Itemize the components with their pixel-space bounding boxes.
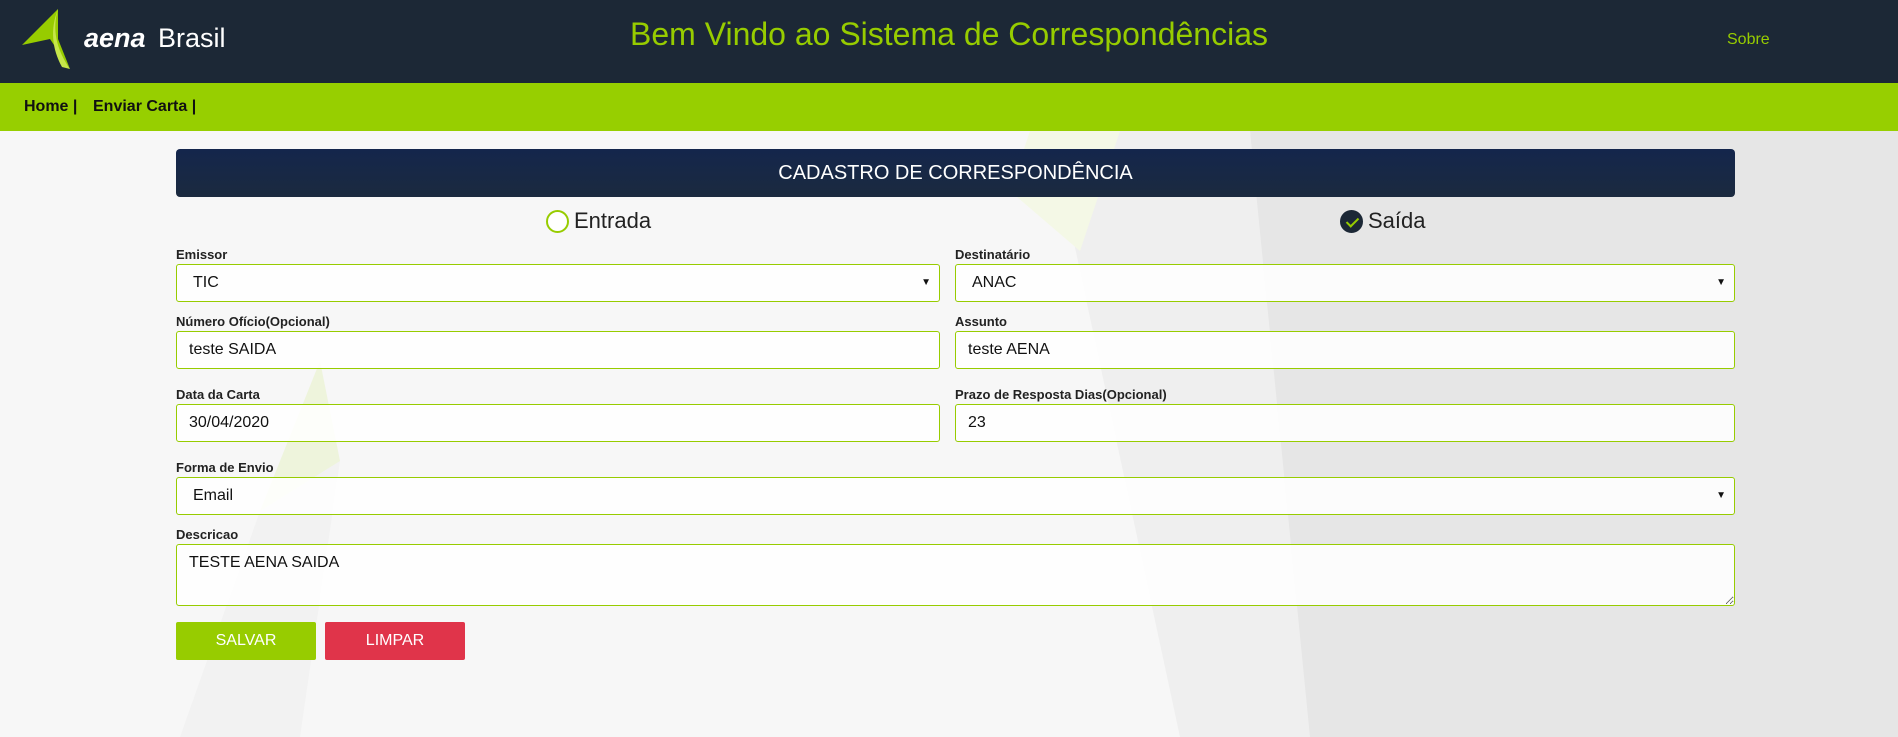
save-button[interactable]: SALVAR: [176, 622, 316, 660]
about-link[interactable]: Sobre: [1727, 31, 1770, 49]
radio-entrada[interactable]: Entrada: [546, 208, 651, 234]
radio-unchecked-icon[interactable]: [546, 209, 569, 233]
emissor-label: Emissor: [176, 247, 228, 262]
clear-button[interactable]: LIMPAR: [325, 622, 465, 660]
radio-saida[interactable]: Saída: [1340, 208, 1426, 234]
caret-down-icon: ▼: [921, 277, 931, 288]
prazo-label: Prazo de Resposta Dias(Opcional): [955, 387, 1167, 402]
nav-bar: Home | Enviar Carta |: [0, 83, 1898, 131]
descricao-label: Descricao: [176, 527, 239, 542]
destinatario-select[interactable]: ANAC ▼: [955, 264, 1735, 302]
destinatario-value: ANAC: [972, 274, 1017, 291]
data-carta-label: Data da Carta: [176, 387, 260, 402]
top-header: aena Brasil Bem Vindo ao Sistema de Corr…: [0, 0, 1898, 83]
descricao-textarea[interactable]: TESTE AENA SAIDA: [176, 544, 1735, 606]
data-carta-input[interactable]: [176, 404, 940, 442]
forma-envio-select[interactable]: Email ▼: [176, 477, 1735, 515]
form-header: CADASTRO DE CORRESPONDÊNCIA: [176, 149, 1735, 197]
page-title: Bem Vindo ao Sistema de Correspondências: [630, 16, 1268, 52]
nav-item-enviar-carta[interactable]: Enviar Carta |: [93, 98, 196, 116]
nav-item-home[interactable]: Home |: [24, 98, 77, 116]
assunto-label: Assunto: [955, 314, 1007, 329]
forma-envio-label: Forma de Envio: [176, 460, 274, 475]
radio-entrada-label: Entrada: [574, 208, 652, 233]
prazo-input[interactable]: [955, 404, 1735, 442]
assunto-input[interactable]: [955, 331, 1735, 369]
emissor-value: TIC: [193, 274, 219, 291]
check-icon[interactable]: [1340, 209, 1363, 233]
forma-envio-value: Email: [193, 487, 234, 504]
caret-down-icon: ▼: [1716, 277, 1726, 288]
numero-oficio-label: Número Ofício(Opcional): [176, 314, 330, 329]
radio-saida-label: Saída: [1368, 208, 1426, 233]
numero-oficio-input[interactable]: [176, 331, 940, 369]
caret-down-icon: ▼: [1716, 490, 1726, 501]
emissor-select[interactable]: TIC ▼: [176, 264, 940, 302]
destinatario-label: Destinatário: [955, 247, 1031, 262]
